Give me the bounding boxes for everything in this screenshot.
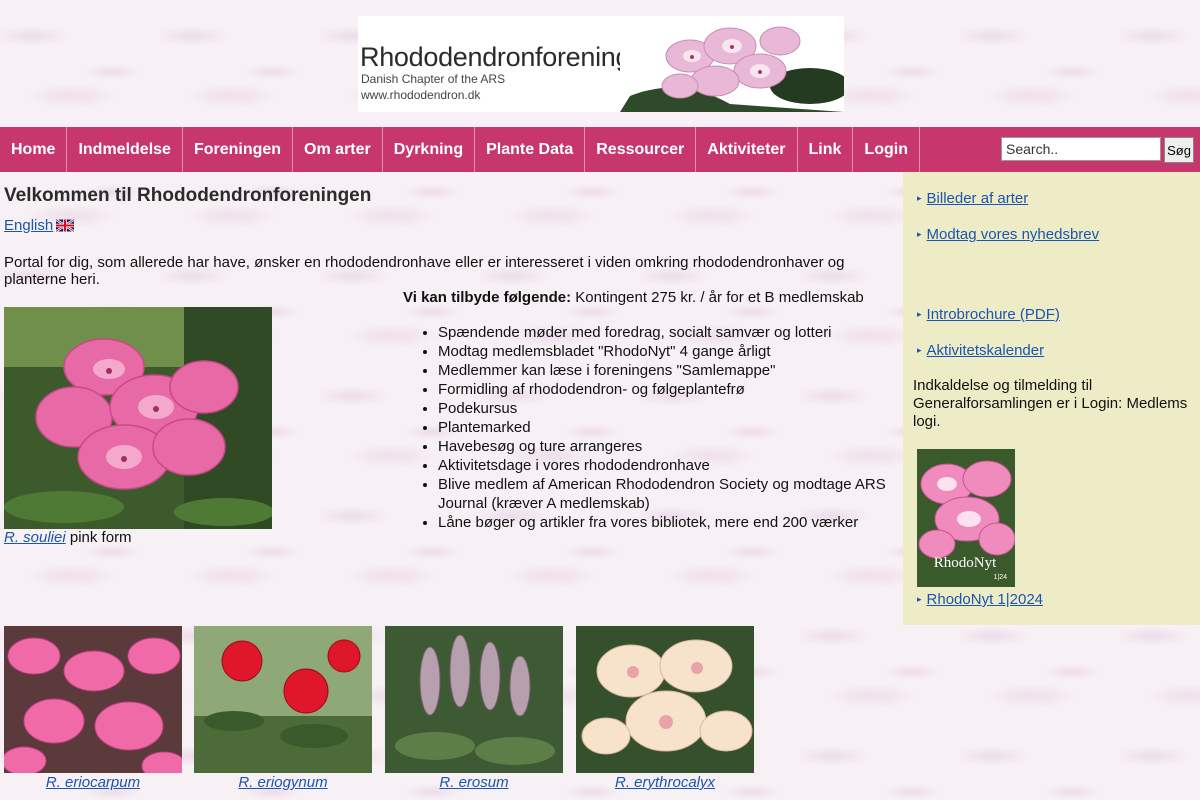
sidebar-item-introbrochure[interactable]: ▸ Introbrochure (PDF) <box>917 306 1060 323</box>
erosum-link[interactable]: R. erosum <box>385 774 563 791</box>
sidebar-link-introbrochure[interactable]: Introbrochure (PDF) <box>927 306 1060 323</box>
site-banner[interactable]: Rhododendronforeningen Danish Chapter of… <box>358 16 844 112</box>
offer-list: Spændende møder med foredrag, socialt sa… <box>438 323 898 532</box>
nav-login[interactable]: Login <box>853 127 920 172</box>
nav-om-arter[interactable]: Om arter <box>293 127 383 172</box>
list-item: Formidling af rhododendron- og følgeplan… <box>438 380 898 399</box>
erosum-photo[interactable] <box>385 626 563 773</box>
eriocarpum-link[interactable]: R. eriocarpum <box>4 774 182 791</box>
gallery-item-erythrocalyx[interactable]: R. erythrocalyx <box>576 626 754 791</box>
main-navigation: Home Indmeldelse Foreningen Om arter Dyr… <box>0 127 1200 172</box>
search-button[interactable]: Søg <box>1164 137 1194 163</box>
eriogynum-link[interactable]: R. eriogynum <box>194 774 372 791</box>
list-item: Medlemmer kan læse i foreningens "Samlem… <box>438 361 898 380</box>
sidebar: ▸ Billeder af arter ▸ Modtag vores nyhed… <box>903 172 1200 625</box>
arrow-right-icon: ▸ <box>917 345 922 355</box>
sidebar-item-rhodonyt[interactable]: ▸ RhodoNyt 1|2024 <box>917 591 1043 608</box>
list-item: Plantemarked <box>438 418 898 437</box>
arrow-right-icon: ▸ <box>917 309 922 319</box>
sidebar-link-aktivitetskalender[interactable]: Aktivitetskalender <box>927 342 1045 359</box>
banner-flower-image <box>620 16 844 112</box>
nav-foreningen[interactable]: Foreningen <box>183 127 294 172</box>
intro-text: Portal for dig, som allerede har have, ø… <box>4 254 845 288</box>
offer-heading-text: Kontingent 275 kr. / år for et B medlems… <box>571 289 864 306</box>
souliei-caption: R. souliei pink form <box>4 529 132 546</box>
erythrocalyx-photo[interactable] <box>576 626 754 773</box>
sidebar-item-billeder[interactable]: ▸ Billeder af arter <box>917 190 1028 207</box>
magazine-title: RhodoNyt <box>934 555 997 571</box>
souliei-caption-text: pink form <box>65 529 132 546</box>
list-item: Podekursus <box>438 399 898 418</box>
nav-aktiviteter[interactable]: Aktiviteter <box>696 127 798 172</box>
main-content: Velkommen til Rhododendronforeningen Eng… <box>0 172 903 800</box>
nav-plante-data[interactable]: Plante Data <box>475 127 586 172</box>
english-link-label[interactable]: English <box>4 217 53 234</box>
list-item: Havebesøg og ture arrangeres <box>438 437 898 456</box>
rhodonyt-cover-image[interactable]: RhodoNyt 1|24 <box>917 449 1015 587</box>
site-url: www.rhododendron.dk <box>361 88 481 102</box>
sidebar-item-nyhedsbrev[interactable]: ▸ Modtag vores nyhedsbrev <box>917 226 1099 243</box>
site-title: Rhododendronforeningen <box>360 42 660 72</box>
list-item: Aktivitetsdage i vores rhododendronhave <box>438 456 898 475</box>
offer-heading-bold: Vi kan tilbyde følgende: <box>403 289 572 306</box>
erythrocalyx-link[interactable]: R. erythrocalyx <box>576 774 754 791</box>
english-link[interactable]: English <box>4 217 75 234</box>
souliei-link[interactable]: R. souliei <box>4 529 66 546</box>
list-item: Blive medlem af American Rhododendron So… <box>438 475 898 513</box>
eriogynum-photo[interactable] <box>194 626 372 773</box>
gallery-item-erosum[interactable]: R. erosum <box>385 626 563 791</box>
sidebar-link-billeder[interactable]: Billeder af arter <box>927 190 1029 207</box>
souliei-photo[interactable] <box>4 307 272 529</box>
search-form: Søg <box>1001 137 1194 163</box>
page-title: Velkommen til Rhododendronforeningen <box>4 185 372 206</box>
sidebar-link-nyhedsbrev[interactable]: Modtag vores nyhedsbrev <box>927 226 1100 243</box>
magazine-issue: 1|24 <box>994 574 1008 581</box>
uk-flag-icon[interactable] <box>56 219 75 232</box>
site-subtitle: Danish Chapter of the ARS <box>361 72 506 86</box>
generalforsamling-notice: Indkaldelse og tilmelding til Generalfor… <box>913 377 1188 430</box>
arrow-right-icon: ▸ <box>917 229 922 239</box>
offer-heading: Vi kan tilbyde følgende: Kontingent 275 … <box>403 289 864 306</box>
gallery-item-eriocarpum[interactable]: R. eriocarpum <box>4 626 182 791</box>
list-item: Modtag medlemsbladet "RhodoNyt" 4 gange … <box>438 342 898 361</box>
nav-ressourcer[interactable]: Ressourcer <box>585 127 697 172</box>
arrow-right-icon: ▸ <box>917 594 922 604</box>
gallery-item-eriogynum[interactable]: R. eriogynum <box>194 626 372 791</box>
nav-home[interactable]: Home <box>0 127 68 172</box>
arrow-right-icon: ▸ <box>917 193 922 203</box>
search-input[interactable] <box>1001 137 1161 161</box>
site-header: Rhododendronforeningen Danish Chapter of… <box>0 0 1200 127</box>
list-item: Spændende møder med foredrag, socialt sa… <box>438 323 898 342</box>
nav-dyrkning[interactable]: Dyrkning <box>383 127 476 172</box>
list-item: Låne bøger og artikler fra vores bibliot… <box>438 513 898 532</box>
sidebar-link-rhodonyt[interactable]: RhodoNyt 1|2024 <box>927 591 1043 608</box>
nav-indmeldelse[interactable]: Indmeldelse <box>67 127 183 172</box>
sidebar-item-aktivitetskalender[interactable]: ▸ Aktivitetskalender <box>917 342 1044 359</box>
nav-link[interactable]: Link <box>798 127 854 172</box>
eriocarpum-photo[interactable] <box>4 626 182 773</box>
